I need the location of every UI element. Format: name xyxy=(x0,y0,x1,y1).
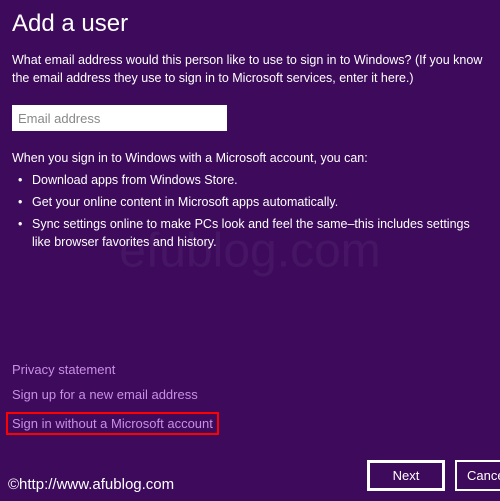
privacy-link[interactable]: Privacy statement xyxy=(12,362,115,377)
cancel-button[interactable]: Cancel xyxy=(455,460,500,491)
signup-link[interactable]: Sign up for a new email address xyxy=(12,387,198,402)
page-title: Add a user xyxy=(12,10,488,38)
benefits-list: Download apps from Windows Store. Get yo… xyxy=(12,171,488,252)
list-item: Download apps from Windows Store. xyxy=(18,171,488,189)
list-item: Sync settings online to make PCs look an… xyxy=(18,215,488,251)
no-account-link[interactable]: Sign in without a Microsoft account xyxy=(6,412,219,435)
footer-text: ©http://www.afublog.com xyxy=(8,476,174,493)
next-button[interactable]: Next xyxy=(367,460,445,491)
intro-text: What email address would this person lik… xyxy=(12,52,488,87)
email-field[interactable] xyxy=(12,105,227,131)
list-item: Get your online content in Microsoft app… xyxy=(18,193,488,211)
benefits-intro: When you sign in to Windows with a Micro… xyxy=(12,151,488,165)
